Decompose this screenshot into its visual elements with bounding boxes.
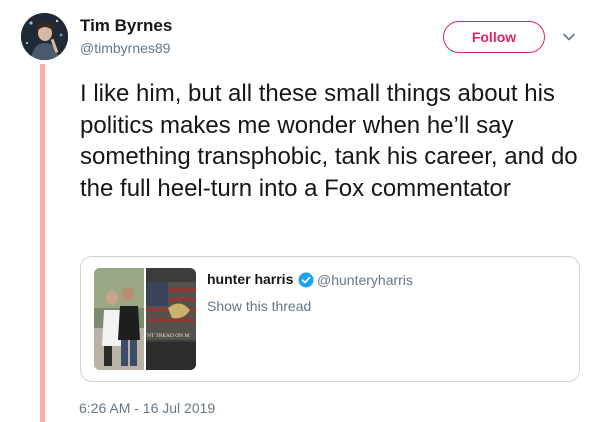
quoted-author-handle[interactable]: @hunteryharris bbox=[317, 272, 413, 288]
show-thread-link[interactable]: Show this thread bbox=[207, 298, 311, 314]
avatar-image bbox=[21, 13, 68, 60]
tweet-text: I like him, but all these small things a… bbox=[80, 80, 578, 202]
quoted-author-name[interactable]: hunter harris bbox=[207, 271, 293, 287]
thread-connector-line bbox=[40, 64, 45, 422]
quoted-tweet-thumbnail: NT TREAD ON M bbox=[94, 268, 196, 370]
quoted-tweet-card[interactable]: NT TREAD ON M hunter harris @hunteryharr… bbox=[80, 256, 580, 382]
thumbnail-flag-text: NT TREAD ON M bbox=[147, 333, 190, 339]
verified-badge-icon bbox=[298, 272, 314, 288]
avatar[interactable] bbox=[21, 13, 68, 60]
author-handle[interactable]: @timbyrnes89 bbox=[80, 40, 170, 56]
author-name[interactable]: Tim Byrnes bbox=[80, 16, 172, 36]
tweet-timestamp[interactable]: 6:26 AM - 16 Jul 2019 bbox=[79, 400, 215, 416]
follow-button[interactable]: Follow bbox=[443, 21, 545, 53]
chevron-down-icon[interactable] bbox=[562, 30, 576, 44]
quoted-tweet-media[interactable]: NT TREAD ON M bbox=[94, 268, 196, 370]
